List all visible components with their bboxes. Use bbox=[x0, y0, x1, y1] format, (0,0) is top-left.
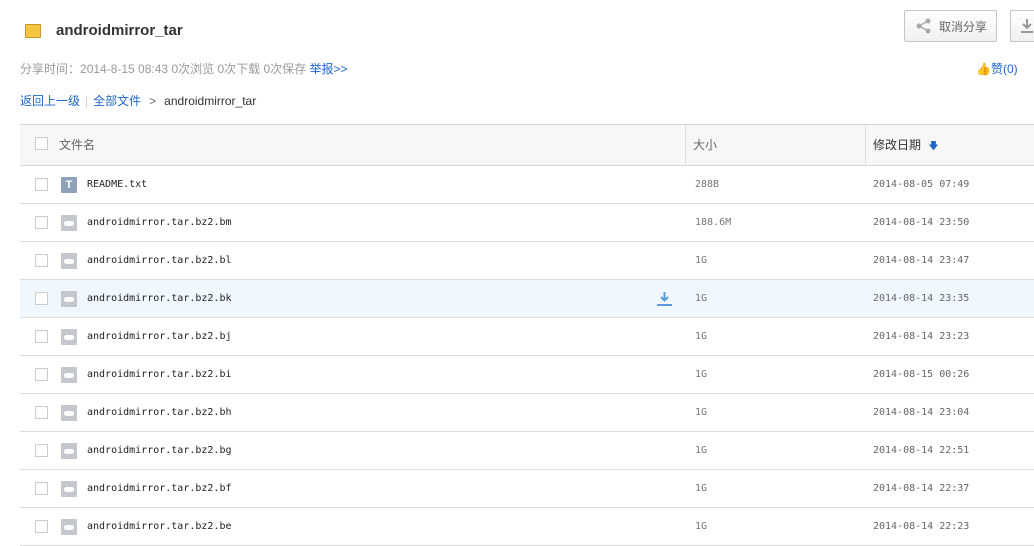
cancel-share-label: 取消分享 bbox=[939, 19, 988, 34]
file-icon bbox=[61, 215, 77, 231]
select-all-checkbox[interactable] bbox=[35, 137, 48, 150]
file-date: 2014-08-14 23:04 bbox=[873, 407, 970, 418]
file-date: 2014-08-14 23:47 bbox=[873, 255, 970, 266]
file-name[interactable]: androidmirror.tar.bz2.bk bbox=[87, 280, 232, 317]
file-size: 1G bbox=[695, 407, 708, 418]
table-row[interactable]: androidmirror.tar.bz2.bj 1G 2014-08-14 23:… bbox=[20, 318, 1034, 356]
file-icon bbox=[61, 405, 77, 421]
table-row[interactable]: T README.txt 288B 2014-08-05 07:49 bbox=[20, 166, 1034, 204]
row-checkbox[interactable] bbox=[35, 520, 48, 533]
file-icon bbox=[61, 253, 77, 269]
file-name[interactable]: androidmirror.tar.bz2.bi bbox=[87, 356, 232, 393]
file-size: 188.6M bbox=[695, 217, 732, 228]
report-link[interactable]: 举报>> bbox=[310, 62, 348, 76]
file-size: 288B bbox=[695, 179, 720, 190]
file-name[interactable]: androidmirror.tar.bz2.bm bbox=[87, 204, 232, 241]
file-size: 1G bbox=[695, 293, 708, 304]
share-time: 2014-8-15 08:43 bbox=[80, 62, 169, 76]
page-title: androidmirror_tar bbox=[56, 22, 183, 39]
table-row[interactable]: androidmirror.tar.bz2.bg 1G 2014-08-14 22:… bbox=[20, 432, 1034, 470]
col-name[interactable]: 文件名 bbox=[59, 125, 95, 165]
file-name[interactable]: README.txt bbox=[87, 166, 147, 203]
sort-down-icon: 🡇 bbox=[928, 141, 939, 152]
like-button[interactable]: 👍赞(0) bbox=[976, 60, 1018, 77]
file-size: 1G bbox=[695, 331, 708, 342]
file-date: 2014-08-14 23:35 bbox=[873, 293, 970, 304]
file-name[interactable]: androidmirror.tar.bz2.be bbox=[87, 508, 232, 545]
file-name[interactable]: androidmirror.tar.bz2.bj bbox=[87, 318, 232, 355]
file-icon bbox=[61, 367, 77, 383]
file-date: 2014-08-05 07:49 bbox=[873, 179, 970, 190]
all-files-link[interactable]: 全部文件 bbox=[93, 94, 141, 108]
row-checkbox[interactable] bbox=[35, 216, 48, 229]
current-folder: androidmirror_tar bbox=[164, 94, 257, 108]
row-checkbox[interactable] bbox=[35, 482, 48, 495]
file-size: 1G bbox=[695, 445, 708, 456]
row-checkbox[interactable] bbox=[35, 406, 48, 419]
file-size: 1G bbox=[695, 483, 708, 494]
download-icon bbox=[1021, 19, 1033, 33]
file-name[interactable]: androidmirror.tar.bz2.bl bbox=[87, 242, 232, 279]
downloads: 0次下载 bbox=[217, 62, 261, 76]
file-date: 2014-08-14 23:23 bbox=[873, 331, 970, 342]
col-size[interactable]: 大小 bbox=[693, 125, 717, 165]
table-header: 文件名 大小 修改日期 🡇 bbox=[20, 125, 1034, 166]
table-row[interactable]: androidmirror.tar.bz2.bh 1G 2014-08-14 23:… bbox=[20, 394, 1034, 432]
text-file-icon: T bbox=[61, 177, 77, 193]
row-checkbox[interactable] bbox=[35, 330, 48, 343]
file-size: 1G bbox=[695, 255, 708, 266]
col-date[interactable]: 修改日期 🡇 bbox=[873, 125, 939, 167]
file-icon bbox=[61, 443, 77, 459]
file-date: 2014-08-14 22:51 bbox=[873, 445, 970, 456]
file-size: 1G bbox=[695, 369, 708, 380]
thumbs-up-icon: 👍 bbox=[976, 62, 991, 76]
file-icon bbox=[61, 291, 77, 307]
table-row[interactable]: androidmirror.tar.bz2.bf 1G 2014-08-14 22:… bbox=[20, 470, 1034, 508]
meta-label: 分享时间： bbox=[20, 62, 81, 76]
file-name[interactable]: androidmirror.tar.bz2.bf bbox=[87, 470, 232, 507]
file-date: 2014-08-14 23:50 bbox=[873, 217, 970, 228]
download-button[interactable] bbox=[1010, 10, 1034, 42]
share-meta: 分享时间：2014-8-15 08:43 0次浏览 0次下载 0次保存 举报>> bbox=[20, 60, 348, 77]
table-row[interactable]: androidmirror.tar.bz2.be 1G 2014-08-14 22:… bbox=[20, 508, 1034, 546]
table-row[interactable]: androidmirror.tar.bz2.bi 1G 2014-08-15 00:… bbox=[20, 356, 1034, 394]
breadcrumb: 返回上一级 | 全部文件 > androidmirror_tar bbox=[20, 94, 257, 108]
row-checkbox[interactable] bbox=[35, 444, 48, 457]
cancel-share-button[interactable]: 取消分享 bbox=[904, 10, 997, 42]
col-date-label: 修改日期 bbox=[873, 138, 922, 152]
table-row[interactable]: androidmirror.tar.bz2.bm 188.6M 2014-08-14… bbox=[20, 204, 1034, 242]
file-icon bbox=[61, 329, 77, 345]
saves: 0次保存 bbox=[263, 62, 307, 76]
row-checkbox[interactable] bbox=[35, 368, 48, 381]
row-checkbox[interactable] bbox=[35, 178, 48, 191]
file-icon bbox=[61, 481, 77, 497]
file-date: 2014-08-14 22:37 bbox=[873, 483, 970, 494]
file-name[interactable]: androidmirror.tar.bz2.bh bbox=[87, 394, 232, 431]
row-checkbox[interactable] bbox=[35, 254, 48, 267]
back-link[interactable]: 返回上一级 bbox=[20, 94, 80, 108]
share-icon bbox=[916, 18, 931, 34]
file-table: 文件名 大小 修改日期 🡇 T README.txt 288B 2014-08-05 … bbox=[20, 124, 1034, 546]
file-date: 2014-08-15 00:26 bbox=[873, 369, 970, 380]
file-date: 2014-08-14 22:23 bbox=[873, 521, 970, 532]
table-row[interactable]: androidmirror.tar.bz2.bl 1G 2014-08-14 23:… bbox=[20, 242, 1034, 280]
views: 0次浏览 bbox=[171, 62, 215, 76]
like-label: 赞(0) bbox=[990, 62, 1018, 76]
download-icon[interactable] bbox=[656, 291, 673, 307]
file-name[interactable]: androidmirror.tar.bz2.bg bbox=[87, 432, 232, 469]
folder-icon bbox=[25, 24, 41, 38]
row-checkbox[interactable] bbox=[35, 292, 48, 305]
file-size: 1G bbox=[695, 521, 708, 532]
table-row[interactable]: androidmirror.tar.bz2.bk 1G 2014-08-14 23:… bbox=[20, 280, 1034, 318]
